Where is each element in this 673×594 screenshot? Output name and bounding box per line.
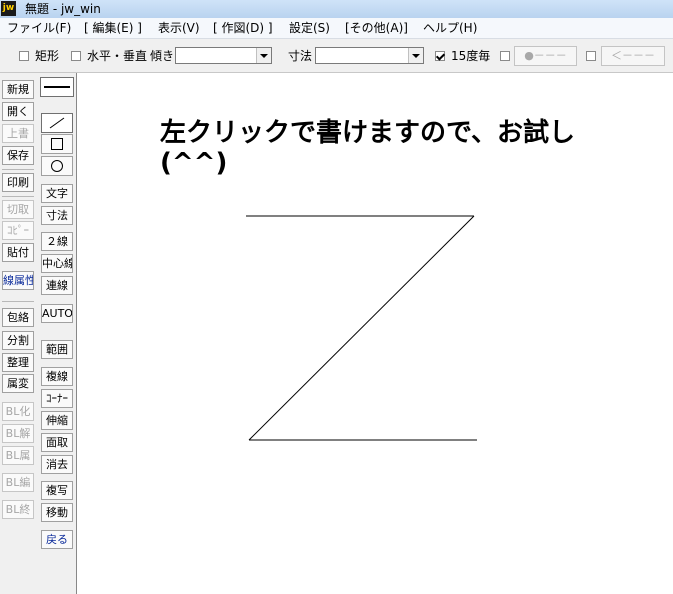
- rectangle-checkbox[interactable]: [19, 51, 29, 61]
- dimension-button[interactable]: 寸法: [41, 206, 73, 225]
- right-command-panel: 文字 寸法 ２線 中心線 連線 AUTO 範囲 複線 ｺｰﾅｰ 伸縮 面取 消去…: [38, 73, 76, 594]
- text-button[interactable]: 文字: [41, 184, 73, 203]
- menu-settings[interactable]: 設定(S): [289, 21, 330, 35]
- corner-button[interactable]: ｺｰﾅｰ: [41, 389, 73, 408]
- undo-button[interactable]: 戻る: [41, 530, 73, 549]
- line-tool-icon[interactable]: [41, 113, 73, 133]
- menu-help[interactable]: ヘルプ(H): [423, 21, 477, 35]
- z-shape-drawing: [246, 215, 477, 441]
- tilt-combobox[interactable]: [175, 47, 272, 64]
- tilt-label: 傾き: [150, 49, 175, 63]
- menu-bar: ファイル(F) [ 編集(E) ] 表示(V) [ 作図(D) ] 設定(S) …: [0, 18, 673, 39]
- chevron-down-icon[interactable]: [408, 48, 423, 63]
- organize-button[interactable]: 整理: [2, 353, 34, 372]
- menu-other[interactable]: [その他(A)]: [345, 21, 408, 35]
- arrow-line-button[interactable]: ＜－－－: [601, 46, 665, 66]
- drawing-canvas[interactable]: 左クリックで書けますので、お試し(^^): [76, 73, 673, 594]
- diagonal-line-glyph: [49, 117, 65, 129]
- chevron-down-icon[interactable]: [256, 48, 271, 63]
- point-mode-checkbox[interactable]: [500, 51, 510, 61]
- circle-tool-icon[interactable]: [41, 156, 73, 176]
- point-line-button[interactable]: ●－－－: [514, 46, 577, 66]
- fifteen-degree-label: 15度毎: [451, 49, 491, 63]
- left-command-panel: 新規 開く 上書 保存 印刷 切取 ｺﾋﾟｰ 貼付 線属性 包絡 分割 整理 属…: [0, 73, 38, 594]
- menu-file[interactable]: ファイル(F): [7, 21, 71, 35]
- dimension-label: 寸法: [288, 49, 313, 63]
- block-end-button[interactable]: BL終: [2, 500, 34, 519]
- separator: [2, 196, 34, 197]
- copy-draw-button[interactable]: 複写: [41, 481, 73, 500]
- paste-button[interactable]: 貼付: [2, 243, 34, 262]
- block-attribute-button[interactable]: BL属: [2, 446, 34, 465]
- rectangle-label: 矩形: [35, 49, 60, 63]
- center-line-button[interactable]: 中心線: [41, 254, 73, 273]
- chamfer-button[interactable]: 面取: [41, 433, 73, 452]
- cut-button[interactable]: 切取: [2, 200, 34, 219]
- continuous-line-button[interactable]: 連線: [41, 276, 73, 295]
- new-button[interactable]: 新規: [2, 80, 34, 99]
- attribute-change-button[interactable]: 属変: [2, 374, 34, 393]
- fifteen-degree-checkbox[interactable]: [435, 51, 445, 61]
- auto-button[interactable]: AUTO: [41, 304, 73, 323]
- title-bar: jw 無題 - jw_win: [0, 0, 673, 18]
- separator: [2, 301, 34, 302]
- menu-view[interactable]: 表示(V): [158, 21, 200, 35]
- window-title: 無題 - jw_win: [25, 2, 101, 16]
- move-button[interactable]: 移動: [41, 503, 73, 522]
- open-button[interactable]: 開く: [2, 102, 34, 121]
- print-button[interactable]: 印刷: [2, 173, 34, 192]
- menu-draw[interactable]: [ 作図(D) ]: [213, 21, 273, 35]
- app-logo-icon[interactable]: jw: [1, 1, 16, 16]
- overwrite-button[interactable]: 上書: [2, 124, 34, 143]
- block-edit-button[interactable]: BL編: [2, 473, 34, 492]
- save-button[interactable]: 保存: [2, 146, 34, 165]
- separator: [2, 169, 34, 170]
- dimension-combobox[interactable]: [315, 47, 424, 64]
- diagonal-line: [248, 215, 475, 441]
- options-toolbar: 矩形 水平・垂直 傾き 寸法 15度毎 ●－－－ ＜－－－: [0, 39, 673, 73]
- horizontal-vertical-checkbox[interactable]: [71, 51, 81, 61]
- rectangle-tool-icon[interactable]: [41, 134, 73, 154]
- circle-glyph: [51, 160, 63, 172]
- envelope-button[interactable]: 包絡: [2, 308, 34, 327]
- erase-button[interactable]: 消去: [41, 455, 73, 474]
- arrow-mode-checkbox[interactable]: [586, 51, 596, 61]
- range-button[interactable]: 範囲: [41, 340, 73, 359]
- line-type-selector[interactable]: [40, 77, 74, 97]
- square-glyph: [51, 138, 63, 150]
- horizontal-vertical-label: 水平・垂直: [87, 49, 148, 63]
- block-release-button[interactable]: BL解: [2, 424, 34, 443]
- copy-button[interactable]: ｺﾋﾟｰ: [2, 221, 34, 240]
- block-create-button[interactable]: BL化: [2, 402, 34, 421]
- parallel-line-button[interactable]: 複線: [41, 367, 73, 386]
- menu-edit[interactable]: [ 編集(E) ]: [84, 21, 142, 35]
- line-attribute-button[interactable]: 線属性: [2, 271, 34, 290]
- double-line-button[interactable]: ２線: [41, 232, 73, 251]
- stretch-button[interactable]: 伸縮: [41, 411, 73, 430]
- line-sample: [44, 86, 70, 88]
- divide-button[interactable]: 分割: [2, 331, 34, 350]
